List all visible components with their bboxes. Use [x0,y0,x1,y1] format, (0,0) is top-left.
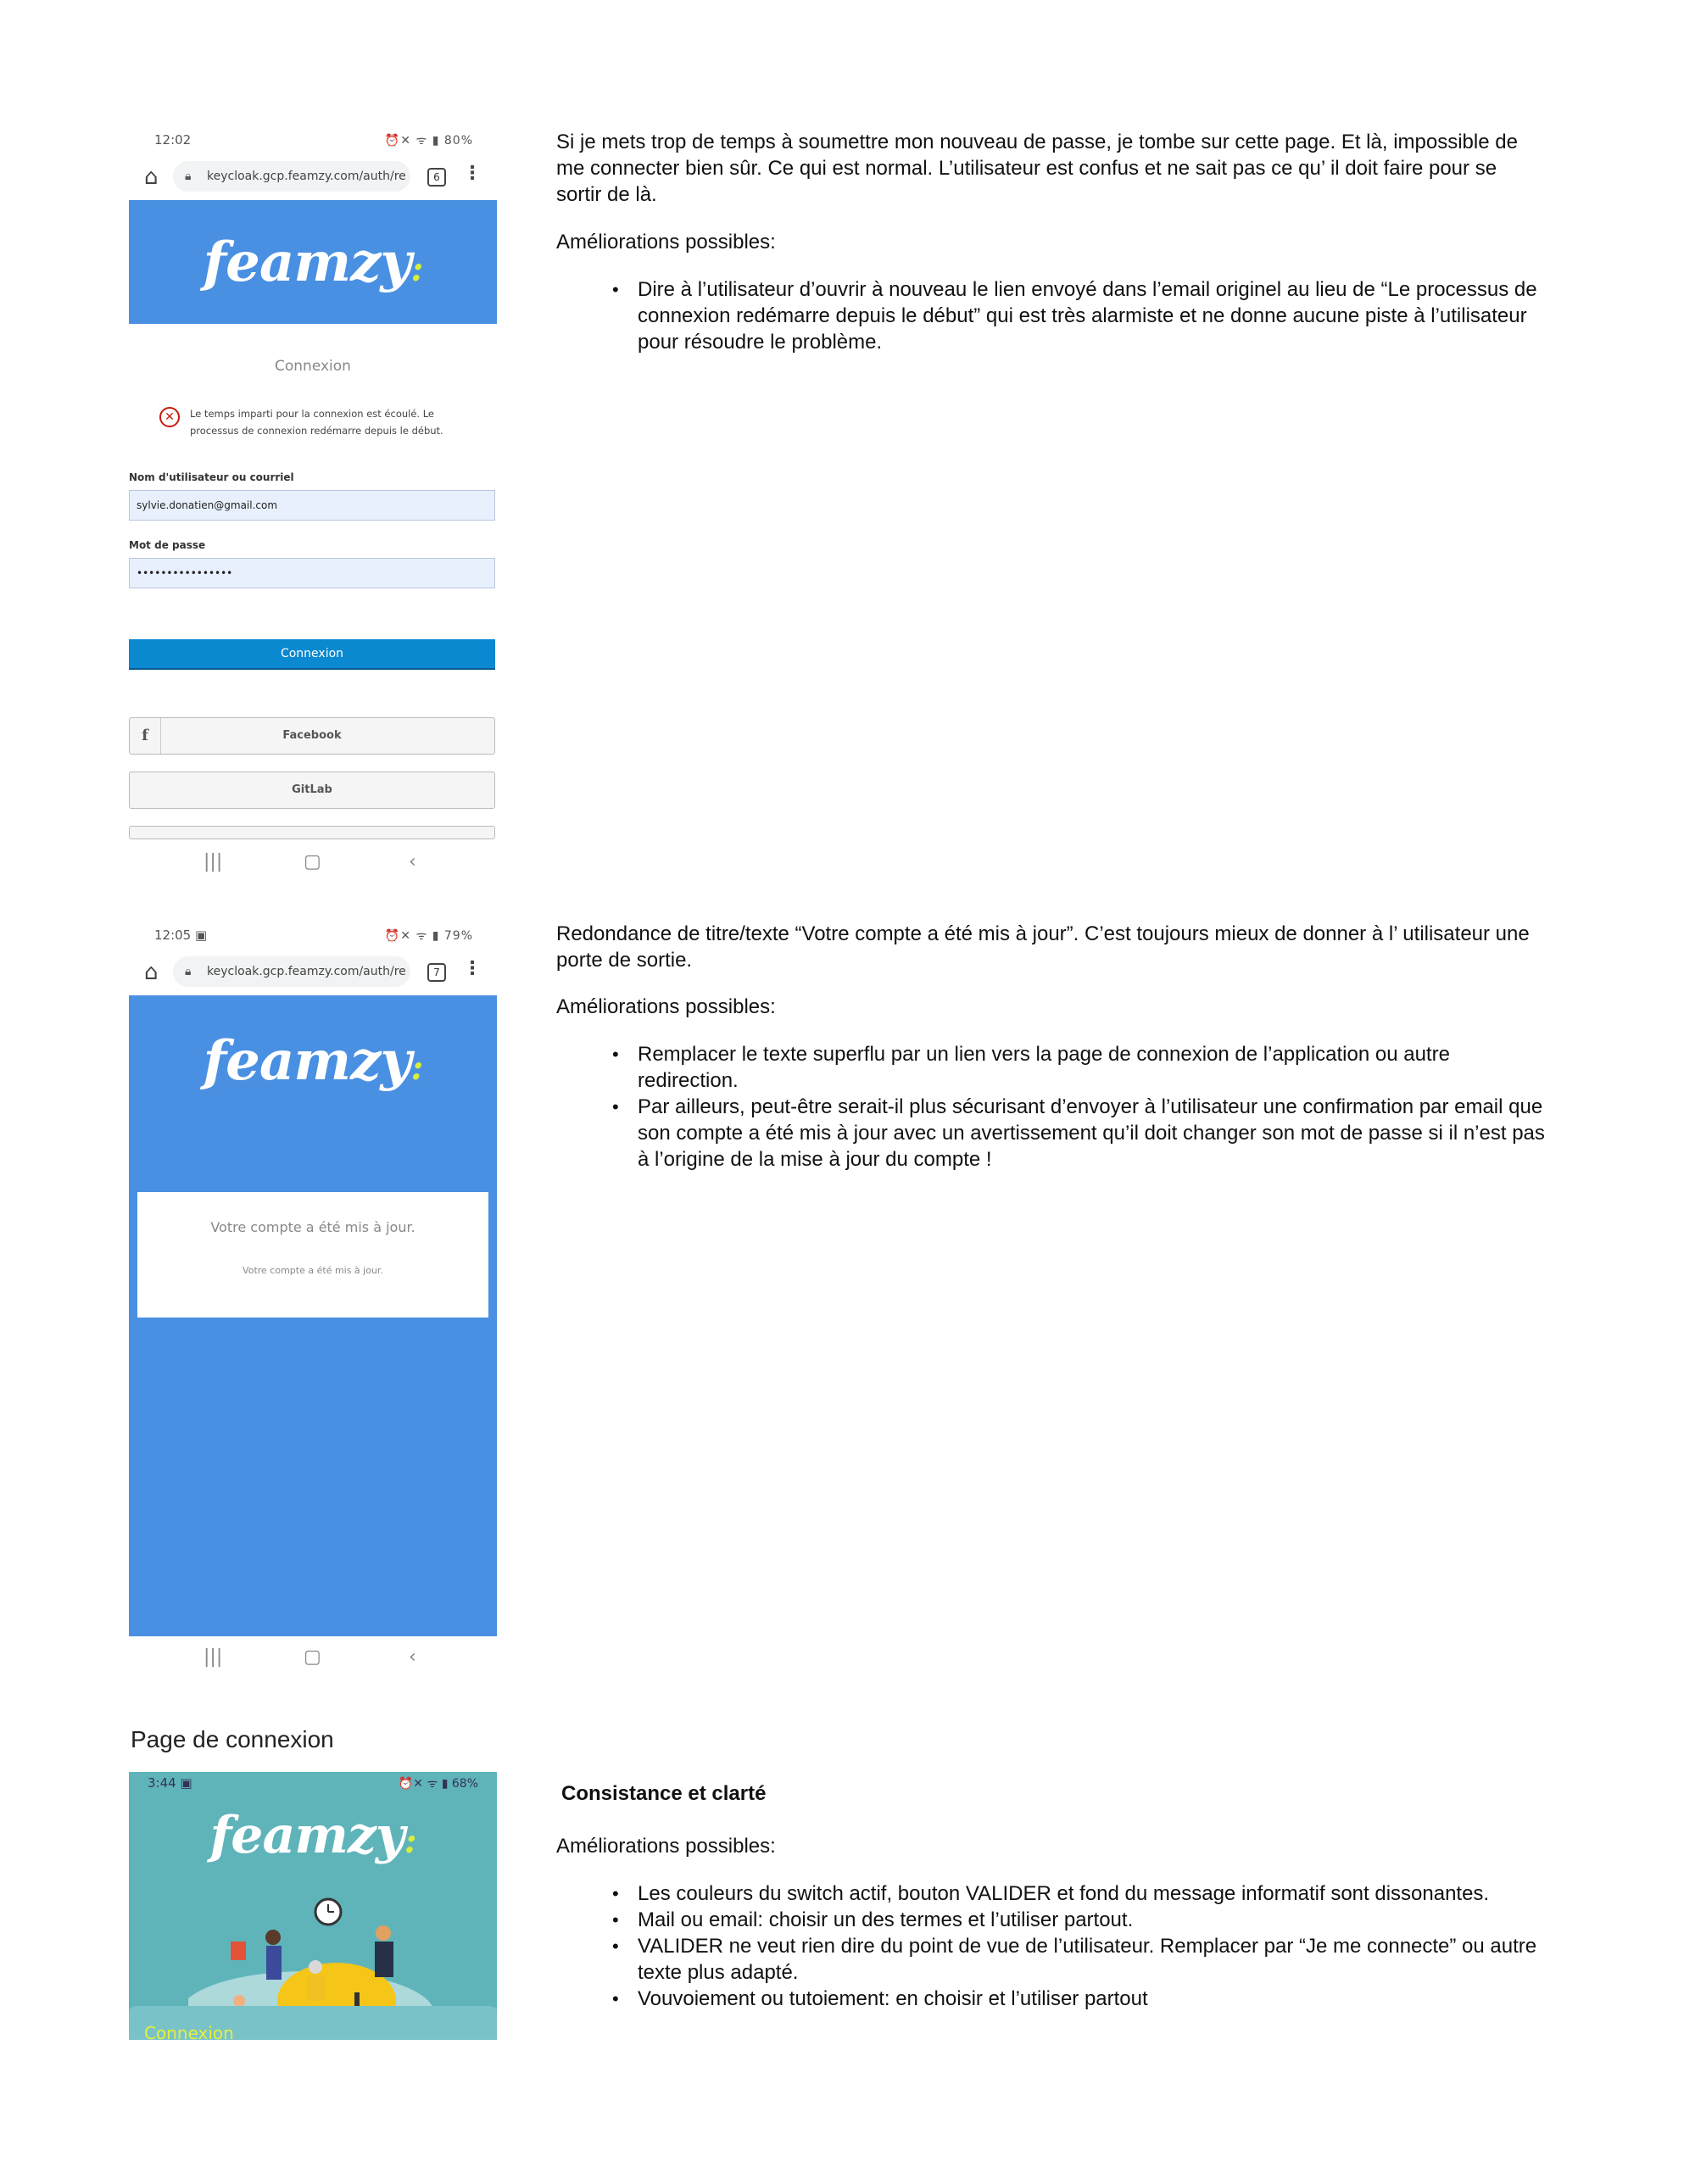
status-time: 12:02 [154,132,192,148]
home-icon[interactable]: ⌂ [144,960,159,985]
home-button-icon[interactable]: ▢ [304,1646,321,1668]
facebook-icon: f [130,718,161,754]
list-item: • Les couleurs du switch actif, bouton VA… [612,1882,1490,1905]
android-nav-bar: ||| ▢ ‹ [129,1636,497,1680]
section3-improvements-label: Améliorations possibles: [556,1835,776,1858]
back-icon[interactable]: ‹ [409,851,416,872]
brand-header: feamzy: [129,200,497,324]
list-item: • Mail ou email: choisir un des termes et… [612,1908,1134,1931]
error-icon: ✕ [159,407,180,427]
password-label: Mot de passe [129,539,206,551]
error-message: Le temps imparti pour la connexion est é… [190,408,443,437]
section3-bullet-list: • Les couleurs du switch actif, bouton VA… [612,1880,1545,2012]
list-item: • Dire à l’utilisateur d’ouvrir à nouveau… [612,278,1537,354]
card-title: Votre compte a été mis à jour. [210,1219,415,1235]
recent-apps-icon[interactable]: ||| [204,1646,222,1668]
section3-heading: Consistance et clarté [561,1782,767,1805]
lock-icon: 🔒︎ [185,965,192,978]
battery-status: ⏰✕ ᯤ ▮ 79% [384,929,473,943]
message-card: Votre compte a été mis à jour. Votre com… [137,1192,488,1318]
gitlab-button[interactable]: GitLab [129,772,495,809]
screenshot-account-updated: 12:05 ▣ ⏰✕ ᯤ ▮ 79% ⌂ 🔒︎ keycloak.gcp.fea… [129,919,497,1680]
section1-paragraph: Si je mets trop de temps à soumettre mon… [556,131,1518,206]
next-provider-button[interactable] [129,826,495,839]
url-field[interactable]: 🔒︎ keycloak.gcp.feamzy.com/auth/re [173,161,410,192]
card-text: Votre compte a été mis à jour. [243,1265,383,1276]
password-field[interactable]: •••••••••••••••• [129,558,495,588]
browser-url-bar: ⌂ 🔒︎ keycloak.gcp.feamzy.com/auth/re 6 ⋮ [129,156,497,200]
username-field[interactable]: sylvie.donatien@gmail.com [129,490,495,521]
section2-bullet-list: • Remplacer le texte superflu par un lien… [612,1041,1545,1173]
feamzy-logo: feamzy: [203,231,424,294]
home-icon[interactable]: ⌂ [144,164,159,190]
status-time: 3:44 ▣ [148,1775,192,1791]
back-icon[interactable]: ‹ [409,1646,416,1668]
list-item: • Remplacer le texte superflu par un lien… [612,1043,1450,1092]
recent-apps-icon[interactable]: ||| [204,851,222,872]
browser-url-bar: ⌂ 🔒︎ keycloak.gcp.feamzy.com/auth/re 7 ⋮ [129,951,497,995]
status-time: 12:05 ▣ [154,928,208,943]
tab-count-button[interactable]: 7 [427,963,446,982]
more-menu-icon[interactable]: ⋮ [463,958,482,979]
login-tab-label[interactable]: Connexion [144,2023,234,2040]
feamzy-logo: feamzy: [203,1029,424,1093]
username-label: Nom d'utilisateur ou courriel [129,471,294,483]
list-item: • VALIDER ne veut rien dire du point de v… [612,1935,1537,1984]
section2-improvements-label: Améliorations possibles: [556,995,776,1018]
status-bar: 12:05 ▣ ⏰✕ ᯤ ▮ 79% [129,919,497,951]
tab-count-button[interactable]: 6 [427,168,446,187]
screenshot-login-app: 3:44 ▣ ⏰✕ ᯤ ▮ 68% feamzy: Connexion [129,1772,497,2040]
section1-bullet-list: • Dire à l’utilisateur d’ouvrir à nouveau… [612,276,1545,355]
android-nav-bar: ||| ▢ ‹ [129,841,497,885]
screenshot-login-timeout: 12:02 ⏰✕ ᯤ ▮ 80% ⌂ 🔒︎ keycloak.gcp.feamz… [129,124,497,885]
section1-improvements-label: Améliorations possibles: [556,231,776,254]
list-item: • Par ailleurs, peut-être serait-il plus … [612,1095,1545,1171]
feamzy-logo: feamzy: [209,1806,416,1865]
section2-paragraph: Redondance de titre/texte “Votre compte … [556,922,1530,972]
battery-status: ⏰✕ ᯤ ▮ 68% [398,1777,478,1791]
brand-background: feamzy: Votre compte a été mis à jour. V… [129,995,497,1636]
battery-status: ⏰✕ ᯤ ▮ 80% [384,134,473,148]
page-title: Connexion [275,358,351,375]
url-field[interactable]: 🔒︎ keycloak.gcp.feamzy.com/auth/re [173,956,410,987]
home-button-icon[interactable]: ▢ [304,851,321,872]
more-menu-icon[interactable]: ⋮ [463,163,482,184]
status-bar: 12:02 ⏰✕ ᯤ ▮ 80% [129,124,497,156]
login-button[interactable]: Connexion [129,639,495,670]
list-item: • Vouvoiement ou tutoiement: en choisir e… [612,1987,1148,2010]
facebook-button[interactable]: f Facebook [129,717,495,755]
section-heading-login-page: Page de connexion [131,1726,334,1752]
lock-icon: 🔒︎ [185,170,192,183]
